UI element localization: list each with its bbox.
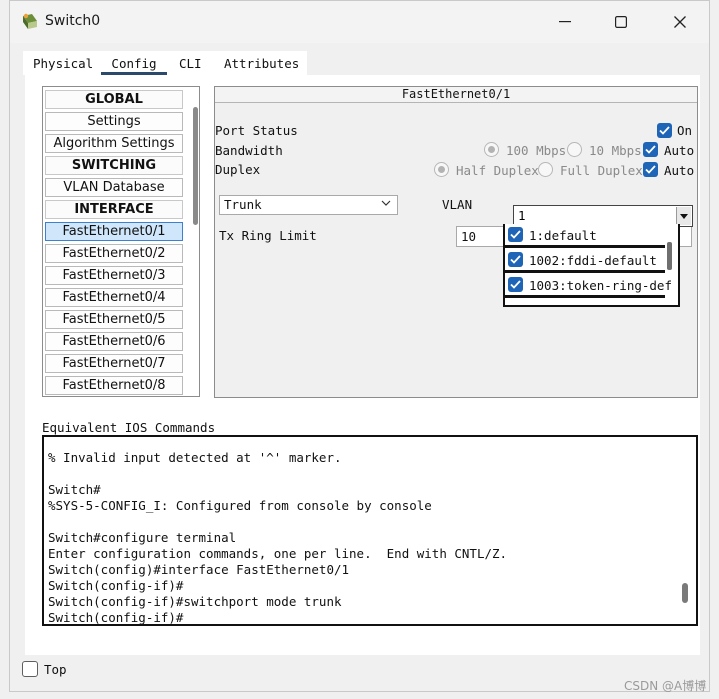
vlan-option[interactable]: 1002:fddi-default [505,249,665,273]
ios-commands-console[interactable]: ^ % Invalid input detected at '^' marker… [42,435,698,626]
tab-config[interactable]: Config [101,56,167,75]
console-line: Switch(config)#interface FastEthernet0/1 [48,562,350,577]
mode-select-value: Trunk [224,197,262,212]
config-content: GLOBAL Settings Algorithm Settings SWITC… [25,75,700,655]
check-icon [510,255,521,264]
vlan-dropdown-list: 1:default 1002:fddi-default 1003:token-r… [503,224,680,307]
vlan-option-checkbox[interactable] [508,227,523,242]
console-line: Switch#configure terminal [48,530,237,545]
tab-bar: Physical Config CLI Attributes [23,51,307,75]
vlan-option[interactable]: 1003:token-ring-def [505,274,672,298]
bandwidth-10-radio[interactable] [567,142,582,157]
duplex-half-radio[interactable] [434,162,449,177]
check-icon [659,126,670,135]
close-button[interactable] [660,9,700,35]
switch-app-icon [23,13,37,29]
sidebar-item-fastethernet0-2[interactable]: FastEthernet0/2 [45,244,183,263]
sidebar-item-fastethernet0-5[interactable]: FastEthernet0/5 [45,310,183,329]
bandwidth-auto-checkbox[interactable] [643,142,658,157]
maximize-button[interactable] [601,9,641,35]
top-label: Top [44,662,67,677]
duplex-auto-label: Auto [664,163,695,178]
sidebar-item-fastethernet0-3[interactable]: FastEthernet0/3 [45,266,183,285]
tab-cli[interactable]: CLI [179,56,202,71]
bandwidth-label: Bandwidth [215,143,283,158]
console-line: Switch(config-if)# [48,578,184,593]
interface-title: FastEthernet0/1 [215,87,697,103]
bandwidth-auto-label: Auto [664,143,695,158]
duplex-label: Duplex [215,162,261,177]
vlan-option-label: 1002:fddi-default [529,253,657,268]
tx-ring-limit-value: 10 [461,229,477,244]
tx-ring-limit-label: Tx Ring Limit [219,228,317,243]
console-line: % Invalid input detected at '^' marker. [48,450,342,465]
bandwidth-100-radio[interactable] [484,142,499,157]
config-sidebar: GLOBAL Settings Algorithm Settings SWITC… [42,86,200,397]
vlan-option[interactable]: 1:default [505,224,665,248]
check-icon [645,145,656,154]
bandwidth-10-label: 10 Mbps [589,143,642,158]
vlan-list-scrollbar[interactable] [667,242,672,270]
window-title: Switch0 [45,13,101,29]
switch-window: Switch0 Physical Config CLI Attributes G… [9,0,710,692]
port-status-label: Port Status [215,123,298,138]
vlan-option-checkbox[interactable] [508,252,523,267]
vlan-dropdown-button[interactable] [676,207,691,225]
check-icon [510,230,521,239]
console-line: Switch# [48,482,101,497]
interface-panel: FastEthernet0/1 Port Status On Bandwidth… [214,86,698,398]
vlan-option-label: 1:default [529,228,597,243]
bandwidth-100-label: 100 Mbps [506,143,567,158]
console-caret-marker: ^ [144,437,152,438]
sidebar-header-global: GLOBAL [45,90,183,109]
top-checkbox[interactable] [22,661,38,677]
sidebar-item-fastethernet0-7[interactable]: FastEthernet0/7 [45,354,183,373]
duplex-auto-checkbox[interactable] [643,162,658,177]
port-status-checkbox[interactable] [657,123,672,138]
duplex-full-label: Full Duplex [560,163,643,178]
sidebar-header-interface: INTERFACE [45,200,183,219]
sidebar-item-algorithm-settings[interactable]: Algorithm Settings [45,134,183,153]
dropdown-arrow-icon [680,213,688,219]
title-bar: Switch0 [10,1,709,43]
console-line: Switch(config-if)#switchport mode trunk [48,594,342,609]
check-icon [645,165,656,174]
port-status-on-label: On [677,123,693,138]
sidebar-item-settings[interactable]: Settings [45,112,183,131]
ios-commands-label: Equivalent IOS Commands [42,420,216,435]
sidebar-item-fastethernet0-4[interactable]: FastEthernet0/4 [45,288,183,307]
sidebar-item-fastethernet0-8[interactable]: FastEthernet0/8 [45,376,183,395]
watermark-text: CSDN @A博博 [624,679,707,693]
sidebar-item-fastethernet0-6[interactable]: FastEthernet0/6 [45,332,183,351]
vlan-combobox-value: 1 [518,208,526,223]
chevron-down-icon [381,200,391,206]
duplex-full-radio[interactable] [538,162,553,177]
sidebar-scrollbar[interactable] [193,107,198,225]
check-icon [510,280,521,289]
sidebar-header-switching: SWITCHING [45,156,183,175]
sidebar-item-fastethernet0-1[interactable]: FastEthernet0/1 [45,222,183,241]
duplex-half-label: Half Duplex [456,163,539,178]
console-line: Switch(config-if)# [48,610,184,625]
tab-physical[interactable]: Physical [33,56,93,71]
vlan-option-label: 1003:token-ring-def [529,278,672,293]
mode-select[interactable]: Trunk [219,195,398,215]
console-line: Enter configuration commands, one per li… [48,546,508,561]
console-line: %SYS-5-CONFIG_I: Configured from console… [48,498,432,513]
vlan-label: VLAN [442,197,473,212]
console-scrollbar[interactable] [682,583,688,603]
minimize-button[interactable] [545,9,585,35]
vlan-option-checkbox[interactable] [508,277,523,292]
tab-attributes[interactable]: Attributes [224,56,299,71]
sidebar-item-vlan-database[interactable]: VLAN Database [45,178,183,197]
